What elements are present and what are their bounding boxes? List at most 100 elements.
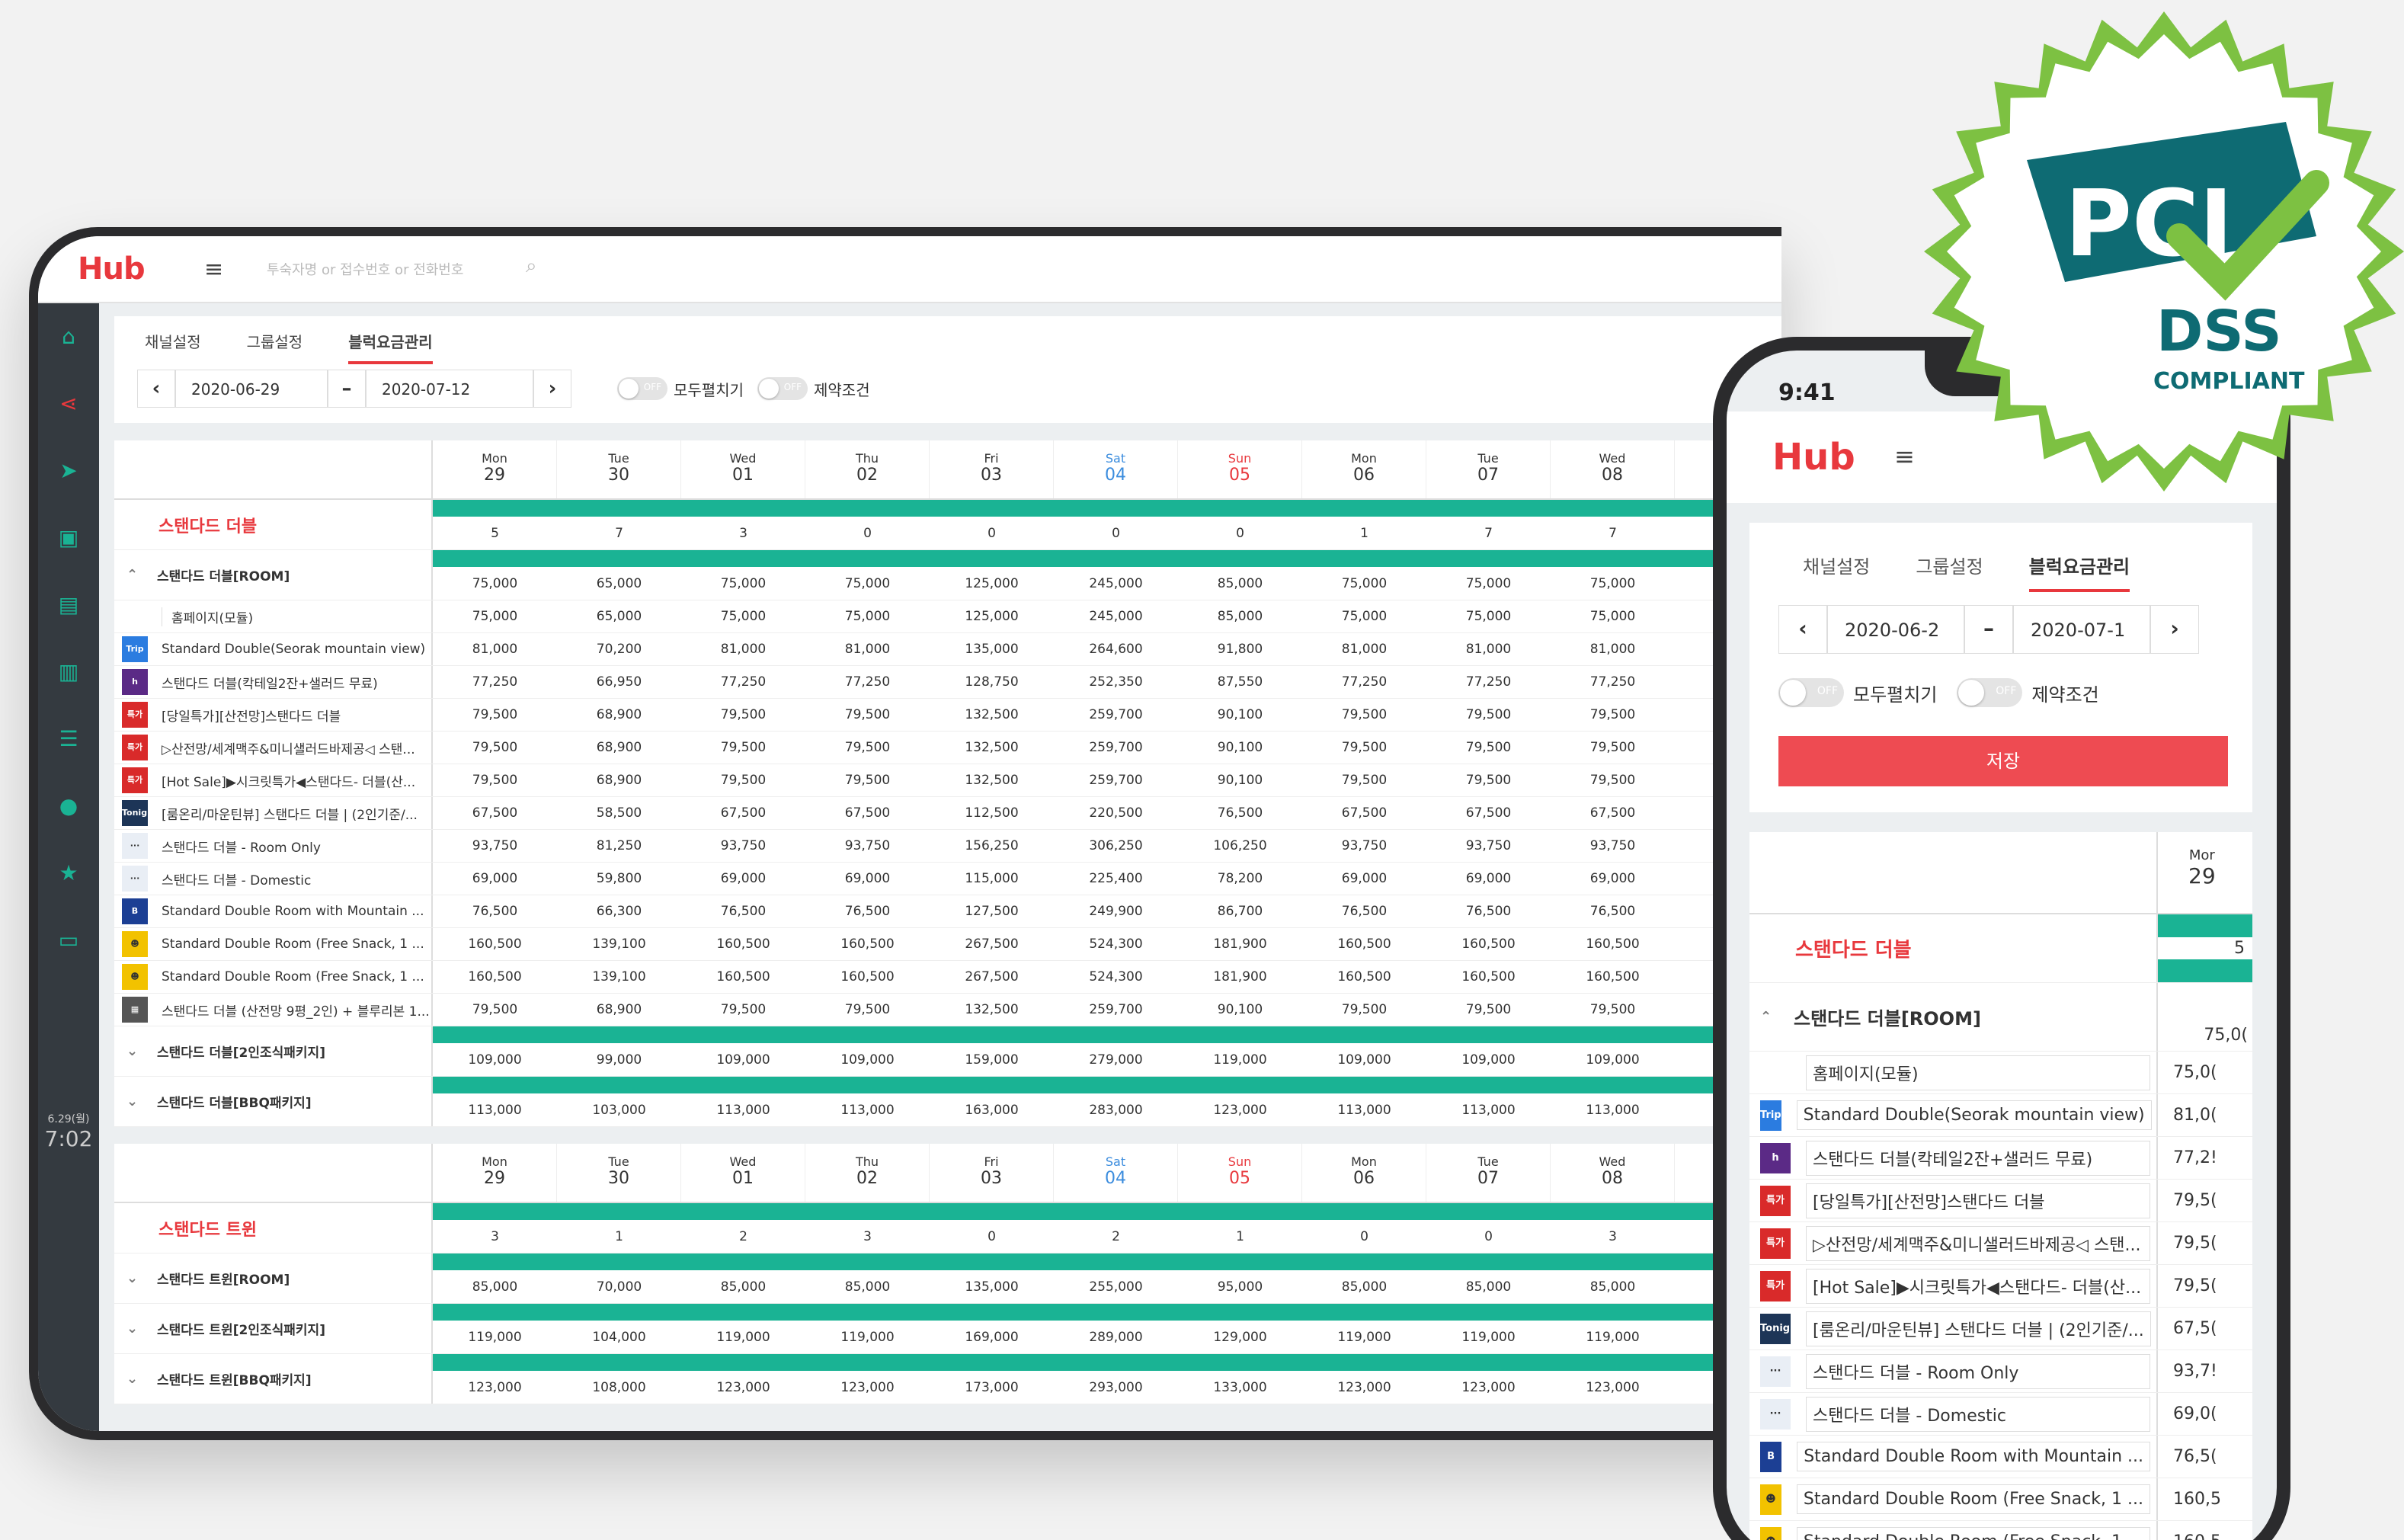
- room-count-cell[interactable]: 5: [433, 526, 557, 541]
- search-icon[interactable]: ⌕: [526, 255, 537, 278]
- user-icon[interactable]: ●: [38, 773, 99, 840]
- rate-cell[interactable]: 119,000: [1302, 1330, 1426, 1345]
- phone-end-date[interactable]: 2020-07-1: [2013, 605, 2150, 654]
- rate-cell[interactable]: 524,300: [1054, 969, 1178, 985]
- rate-cell[interactable]: 139,100: [557, 936, 681, 952]
- rate-cell[interactable]: 79,500: [805, 740, 930, 755]
- chevron-down-icon[interactable]: ⌄: [126, 1371, 157, 1387]
- rate-cell[interactable]: 160,500: [1426, 936, 1551, 952]
- room-group-title[interactable]: 스탠다드 트윈: [114, 1203, 433, 1253]
- rate-cell[interactable]: 123,000: [805, 1380, 930, 1395]
- rate-plan-label-cell[interactable]: ⌃ 스탠다드 더블[ROOM]: [114, 550, 433, 600]
- rate-cell[interactable]: 109,000: [1551, 1052, 1675, 1068]
- rate-cell[interactable]: 159,000: [930, 1052, 1054, 1068]
- rate-cell[interactable]: 77,250: [433, 674, 557, 690]
- phone-rate-cell[interactable]: 93,7!: [2158, 1362, 2217, 1381]
- phone-rate-cell[interactable]: 160,5: [2158, 1532, 2221, 1540]
- rate-cell[interactable]: 125,000: [930, 576, 1054, 591]
- rate-cell[interactable]: 109,000: [805, 1052, 930, 1068]
- tab-channel-settings[interactable]: 채널설정: [145, 330, 201, 364]
- room-count-cell[interactable]: 0: [1054, 526, 1178, 541]
- rate-cell[interactable]: 58,500: [557, 805, 681, 821]
- phone-channel-label-cell[interactable]: Trip Standard Double(Seorak mountain view…: [1749, 1094, 2158, 1136]
- rate-cell[interactable]: 245,000: [1054, 576, 1178, 591]
- phone-tab-block-rate[interactable]: 블럭요금관리: [2028, 552, 2130, 592]
- list-icon[interactable]: ☰: [38, 706, 99, 773]
- rate-cell[interactable]: 79,500: [1302, 1002, 1426, 1017]
- phone-next-arrow-icon[interactable]: ›: [2150, 605, 2199, 654]
- rate-cell[interactable]: 68,900: [557, 773, 681, 788]
- channel-label-cell[interactable]: ··· 스탠다드 더블 - Domestic: [114, 863, 433, 895]
- rate-cell[interactable]: 75,000: [433, 609, 557, 624]
- room-count-cell[interactable]: 3: [1551, 1229, 1675, 1244]
- rate-cell[interactable]: 109,000: [681, 1052, 805, 1068]
- rate-cell[interactable]: 160,500: [805, 969, 930, 985]
- room-count-cell[interactable]: 3: [805, 1229, 930, 1244]
- rate-cell[interactable]: 76,500: [681, 904, 805, 919]
- rate-cell[interactable]: 93,750: [1426, 838, 1551, 853]
- rate-cell[interactable]: 79,500: [433, 773, 557, 788]
- rate-cell[interactable]: 76,500: [433, 904, 557, 919]
- rate-cell[interactable]: 77,250: [1302, 674, 1426, 690]
- rate-cell[interactable]: 245,000: [1054, 609, 1178, 624]
- rate-cell[interactable]: 69,000: [433, 871, 557, 886]
- rate-cell[interactable]: 106,250: [1178, 838, 1302, 853]
- rate-cell[interactable]: 119,000: [805, 1330, 930, 1345]
- phone-app-logo[interactable]: Hub: [1772, 436, 1855, 479]
- rate-cell[interactable]: 85,000: [1178, 609, 1302, 624]
- rate-cell[interactable]: 225,400: [1054, 871, 1178, 886]
- rate-cell[interactable]: 75,000: [681, 576, 805, 591]
- phone-section-value[interactable]: 75,0(: [2158, 1026, 2252, 1045]
- rate-cell[interactable]: 67,500: [433, 805, 557, 821]
- rate-cell[interactable]: 249,900: [1054, 904, 1178, 919]
- rate-cell[interactable]: 113,000: [1426, 1103, 1551, 1118]
- rate-cell[interactable]: 85,000: [1302, 1279, 1426, 1295]
- rate-cell[interactable]: 77,250: [805, 674, 930, 690]
- room-count-cell[interactable]: 3: [433, 1229, 557, 1244]
- channel-label-cell[interactable]: ··· 스탠다드 더블 - Room Only: [114, 830, 433, 862]
- rate-cell[interactable]: 75,000: [1302, 609, 1426, 624]
- rate-cell[interactable]: 123,000: [681, 1380, 805, 1395]
- room-count-cell[interactable]: 0: [1426, 1229, 1551, 1244]
- rate-cell[interactable]: 79,500: [681, 1002, 805, 1017]
- chevron-up-icon[interactable]: ⌃: [126, 567, 157, 583]
- start-date-input[interactable]: 2020-06-29: [175, 370, 328, 408]
- phone-channel-label-cell[interactable]: 특가 [당일특가][산전망]스탠다드 더블: [1749, 1180, 2158, 1221]
- rate-cell[interactable]: 85,000: [433, 1279, 557, 1295]
- rate-cell[interactable]: 119,000: [1426, 1330, 1551, 1345]
- rate-cell[interactable]: 135,000: [930, 1279, 1054, 1295]
- phone-rate-cell[interactable]: 75,0(: [2158, 1063, 2217, 1082]
- rate-cell[interactable]: 112,500: [930, 805, 1054, 821]
- rate-cell[interactable]: 75,000: [681, 609, 805, 624]
- phone-rate-cell[interactable]: 81,0(: [2158, 1106, 2217, 1125]
- rate-cell[interactable]: 109,000: [1426, 1052, 1551, 1068]
- rate-cell[interactable]: 66,300: [557, 904, 681, 919]
- rate-cell[interactable]: 65,000: [557, 576, 681, 591]
- room-count-cell[interactable]: 0: [805, 526, 930, 541]
- rate-cell[interactable]: 109,000: [433, 1052, 557, 1068]
- rate-plan-label-cell[interactable]: ⌄ 스탠다드 더블[BBQ패키지]: [114, 1077, 433, 1126]
- phone-menu-icon[interactable]: ≡: [1894, 442, 1915, 471]
- rate-cell[interactable]: 160,500: [1426, 969, 1551, 985]
- rate-cell[interactable]: 160,500: [1551, 969, 1675, 985]
- rate-cell[interactable]: 283,000: [1054, 1103, 1178, 1118]
- rate-cell[interactable]: 81,000: [1551, 642, 1675, 657]
- rate-cell[interactable]: 76,500: [1178, 805, 1302, 821]
- phone-section-label-cell[interactable]: ⌃ 스탠다드 더블[ROOM]: [1749, 983, 2158, 1051]
- star-icon[interactable]: ★: [38, 840, 99, 907]
- rate-cell[interactable]: 75,000: [1302, 576, 1426, 591]
- rate-cell[interactable]: 67,500: [1426, 805, 1551, 821]
- phone-group-count[interactable]: 5: [2158, 937, 2252, 959]
- phone-start-date[interactable]: 2020-06-2: [1827, 605, 1964, 654]
- rate-cell[interactable]: 524,300: [1054, 936, 1178, 952]
- rate-cell[interactable]: 93,750: [805, 838, 930, 853]
- rate-cell[interactable]: 90,100: [1178, 707, 1302, 722]
- phone-prev-arrow-icon[interactable]: ‹: [1778, 605, 1827, 654]
- rate-cell[interactable]: 67,500: [681, 805, 805, 821]
- rate-cell[interactable]: 289,000: [1054, 1330, 1178, 1345]
- channel-label-cell[interactable]: 특가 [Hot Sale]▶시크릿특가◀스탠다드- 더블(산...: [114, 764, 433, 796]
- rate-cell[interactable]: 79,500: [805, 1002, 930, 1017]
- rate-cell[interactable]: 78,200: [1178, 871, 1302, 886]
- phone-restriction-toggle[interactable]: OFF: [1957, 678, 2023, 707]
- chevron-down-icon[interactable]: ⌄: [126, 1321, 157, 1337]
